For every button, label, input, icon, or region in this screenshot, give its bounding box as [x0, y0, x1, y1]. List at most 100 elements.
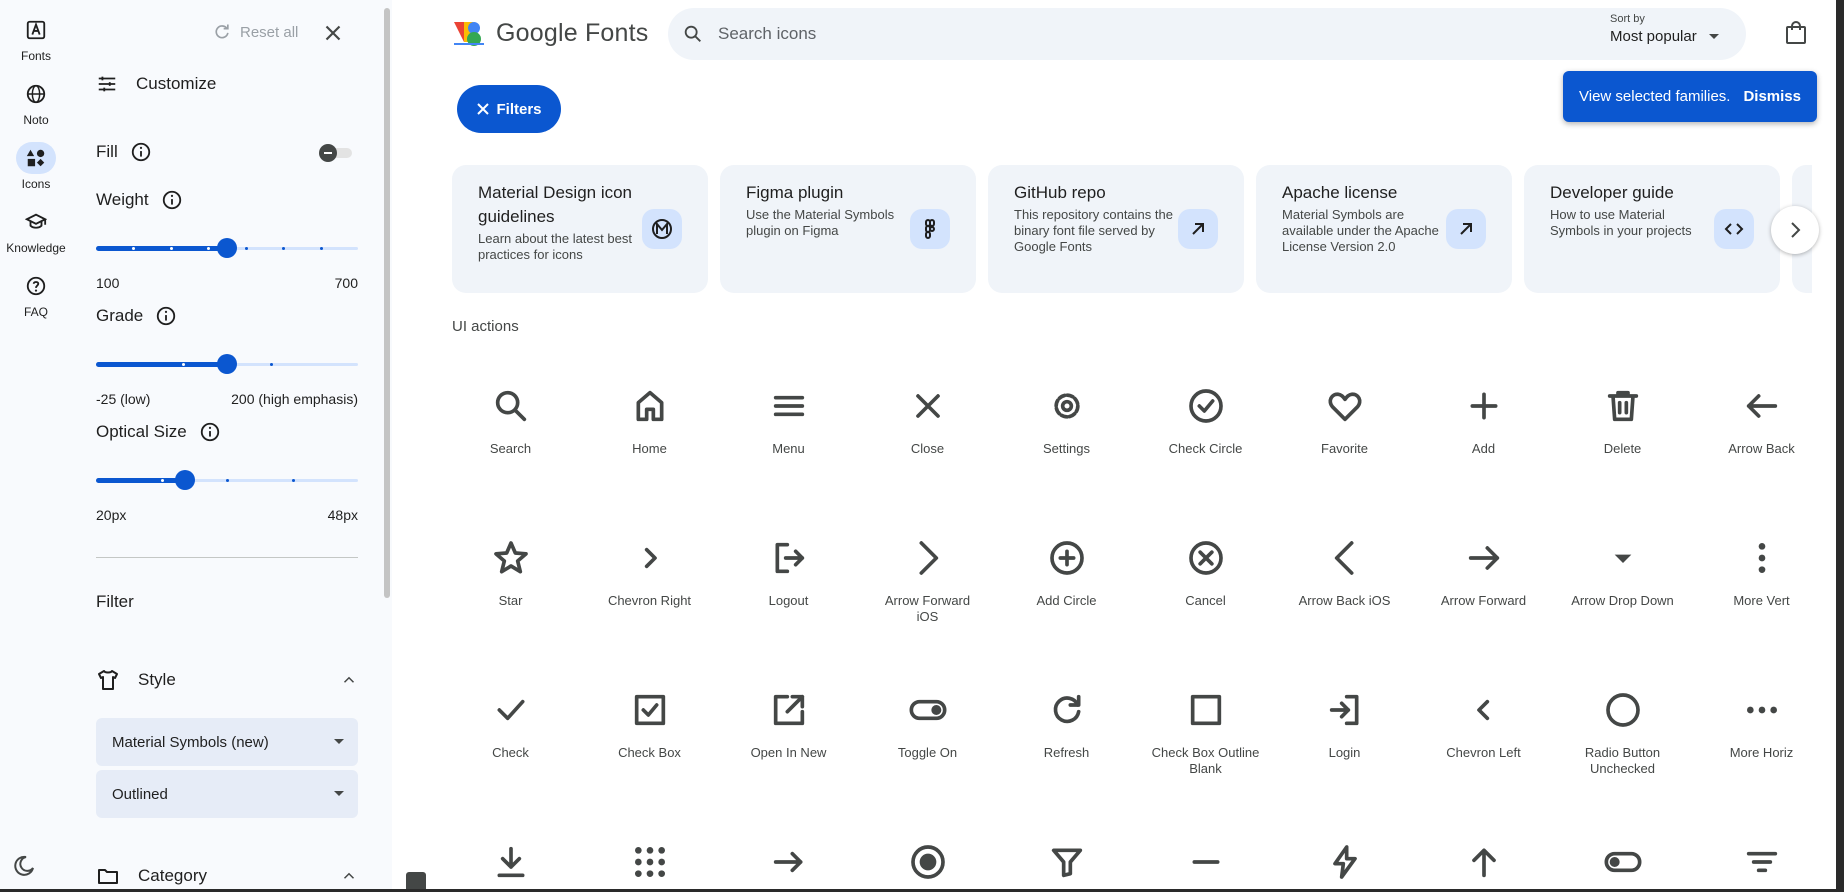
icon-tile[interactable]: Chevron Right [580, 538, 719, 609]
icon-tile[interactable]: Close [858, 386, 997, 457]
dark-mode-icon[interactable] [12, 854, 36, 878]
card-guidelines[interactable]: Material Design icon guidelines Learn ab… [452, 165, 708, 293]
grade-slider[interactable] [96, 354, 358, 374]
dismiss-button[interactable]: Dismiss [1743, 88, 1801, 105]
more-vert-icon [1692, 538, 1831, 578]
icon-tile[interactable] [719, 842, 858, 889]
icon-tile[interactable]: Logout [719, 538, 858, 609]
icon-tile[interactable]: Open In New [719, 690, 858, 761]
icon-tile[interactable]: Login [1275, 690, 1414, 761]
category-section-toggle[interactable]: Category [96, 864, 358, 888]
check-box-outline-blank-icon [1136, 690, 1275, 730]
info-icon[interactable] [199, 421, 221, 443]
icon-tile[interactable]: Refresh [997, 690, 1136, 761]
rail-item-faq[interactable]: FAQ [0, 270, 72, 319]
icon-tile[interactable] [1414, 842, 1553, 889]
icon-tile[interactable] [580, 842, 719, 889]
icon-tile[interactable]: Arrow Forward [1414, 538, 1553, 609]
close-panel-icon[interactable] [320, 20, 346, 46]
icon-tile[interactable]: Check [441, 690, 580, 761]
icon-tile[interactable]: More Horiz [1692, 690, 1831, 761]
style-label: Style [138, 670, 176, 689]
shapes-icon [16, 142, 56, 174]
arrow-back-icon [1692, 386, 1831, 426]
card-description: How to use Material Symbols in your proj… [1550, 207, 1692, 238]
info-icon[interactable] [161, 189, 183, 211]
shopping-bag-icon[interactable] [1784, 20, 1808, 46]
icon-tile[interactable]: Delete [1553, 386, 1692, 457]
icon-tile[interactable]: Search [441, 386, 580, 457]
icon-tile[interactable]: Radio Button Unchecked [1553, 690, 1692, 777]
chevron-left-icon [1414, 690, 1553, 730]
icon-tile[interactable] [1136, 842, 1275, 889]
card-license[interactable]: Apache license Material Symbols are avai… [1256, 165, 1512, 293]
slider-thumb[interactable] [217, 238, 237, 258]
slider-thumb[interactable] [175, 470, 196, 490]
icon-tile[interactable]: Check Box Outline Blank [1136, 690, 1275, 777]
panel-scrollbar[interactable] [384, 8, 390, 598]
optical-size-slider[interactable] [96, 470, 358, 490]
google-fonts-logo[interactable]: Google Fonts [452, 18, 649, 48]
icon-tile[interactable]: More Vert [1692, 538, 1831, 609]
icon-tile[interactable] [997, 842, 1136, 889]
icon-tile[interactable]: Arrow Drop Down [1553, 538, 1692, 609]
chevron-up-icon [343, 872, 355, 879]
icon-tile[interactable]: Favorite [1275, 386, 1414, 457]
icon-tile[interactable]: Check Circle [1136, 386, 1275, 457]
style-variant-select[interactable]: Outlined [96, 770, 358, 818]
icon-name: Check Box Outline Blank [1151, 745, 1260, 776]
card-developer-guide[interactable]: Developer guide How to use Material Symb… [1524, 165, 1780, 293]
icon-name: Star [498, 593, 523, 608]
icon-tile[interactable]: Menu [719, 386, 858, 457]
icon-tile[interactable]: Toggle On [858, 690, 997, 761]
icon-tile[interactable]: Star [441, 538, 580, 609]
rail-label: Noto [23, 113, 49, 127]
style-family-select[interactable]: Material Symbols (new) [96, 718, 358, 766]
card-figma[interactable]: Figma plugin Use the Material Symbols pl… [720, 165, 976, 293]
icon-tile[interactable]: Settings [997, 386, 1136, 457]
card-github[interactable]: GitHub repo This repository contains the… [988, 165, 1244, 293]
icon-name: Chevron Right [607, 593, 692, 608]
fill-toggle[interactable] [318, 143, 354, 163]
slider-thumb[interactable] [217, 354, 237, 374]
info-icon[interactable] [130, 141, 152, 163]
rail-item-knowledge[interactable]: Knowledge [0, 206, 72, 255]
icon-tile[interactable]: Add Circle [997, 538, 1136, 609]
close-icon [477, 103, 490, 115]
filters-button[interactable]: Filters [457, 85, 561, 133]
icon-tile[interactable]: Arrow Back iOS [1275, 538, 1414, 609]
icon-tile[interactable]: Arrow Forward iOS [858, 538, 997, 625]
icon-tile[interactable]: Arrow Back [1692, 386, 1831, 457]
weight-slider[interactable] [96, 238, 358, 258]
icon-name: Menu [772, 441, 805, 456]
customize-panel: Reset all Customize Fill Weight 100 700 … [72, 0, 392, 889]
favorite-icon [1275, 386, 1414, 426]
icon-tile[interactable]: Cancel [1136, 538, 1275, 609]
add-icon [1414, 386, 1553, 426]
rail-item-noto[interactable]: Noto [0, 78, 72, 127]
icon-name: More Vert [1733, 593, 1790, 608]
reset-all-button[interactable]: Reset all [212, 22, 298, 42]
style-section-toggle[interactable]: Style [96, 668, 358, 692]
icon-tile[interactable] [1553, 842, 1692, 889]
icon-tile[interactable]: Chevron Left [1414, 690, 1553, 761]
slider-fill [96, 478, 186, 483]
icon-tile[interactable] [441, 842, 580, 889]
next-cards-button[interactable] [1771, 206, 1819, 254]
icon-tile[interactable]: Add [1414, 386, 1553, 457]
slider-tick [226, 479, 229, 482]
search-input[interactable] [718, 24, 1418, 44]
cancel-icon [1136, 538, 1275, 578]
icon-tile[interactable] [1692, 842, 1831, 889]
sort-dropdown[interactable]: Sort by Most popular [1610, 13, 1719, 45]
feedback-icon[interactable] [406, 872, 426, 889]
icon-tile[interactable]: Check Box [580, 690, 719, 761]
toast-message[interactable]: View selected families. [1579, 88, 1730, 105]
info-icon[interactable] [155, 305, 177, 327]
category-label: Category [138, 866, 207, 885]
rail-item-fonts[interactable]: Fonts [0, 14, 72, 63]
icon-tile[interactable]: Home [580, 386, 719, 457]
icon-tile[interactable] [1275, 842, 1414, 889]
rail-item-icons[interactable]: Icons [0, 142, 72, 191]
icon-tile[interactable] [858, 842, 997, 889]
